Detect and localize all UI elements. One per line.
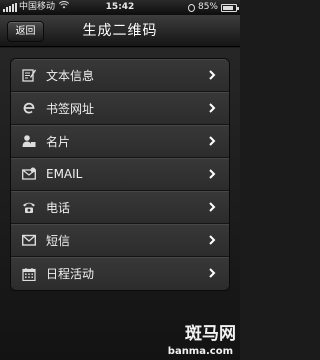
battery-fill: [223, 5, 234, 10]
qr-type-list: 文本信息 书签网址 名片 EMAIL 电话 短信 日程活动: [10, 58, 230, 291]
contact-card-icon: [22, 134, 36, 148]
menu-item-sms[interactable]: 短信: [11, 224, 229, 257]
text-edit-icon: [22, 68, 36, 82]
chevron-right-icon: [209, 235, 216, 245]
watermark: 斑马网 banma.com: [156, 319, 236, 357]
status-bar: 中国移动 15:42 85%: [0, 0, 240, 15]
menu-item-label: 短信: [46, 233, 71, 248]
content-area: 文本信息 书签网址 名片 EMAIL 电话 短信 日程活动 斑马网 banma.…: [0, 48, 240, 360]
browser-e-icon: [22, 101, 36, 115]
sms-envelope-icon: [22, 233, 36, 247]
menu-item-label: 电话: [46, 200, 71, 215]
menu-item-label: 书签网址: [46, 101, 95, 116]
menu-item-bookmark[interactable]: 书签网址: [11, 92, 229, 125]
menu-item-label: 文本信息: [46, 68, 95, 83]
battery-icon: [221, 3, 239, 12]
back-button[interactable]: 返回: [7, 21, 44, 42]
navigation-bar: 生成二维码 返回: [0, 15, 240, 47]
chevron-right-icon: [209, 202, 216, 212]
battery-percent: 85%: [197, 2, 218, 12]
menu-item-label: EMAIL: [46, 167, 83, 181]
menu-item-email[interactable]: EMAIL: [11, 158, 229, 191]
menu-item-calendar-event[interactable]: 日程活动: [11, 257, 229, 290]
chevron-right-icon: [209, 70, 216, 80]
calendar-icon: [22, 267, 36, 281]
status-right: 85%: [187, 0, 239, 15]
chevron-right-icon: [209, 169, 216, 179]
menu-item-label: 日程活动: [46, 267, 95, 281]
menu-item-contact-card[interactable]: 名片: [11, 125, 229, 158]
chevron-right-icon: [209, 268, 216, 278]
chevron-right-icon: [209, 103, 216, 113]
email-icon: [22, 167, 36, 181]
menu-item-text[interactable]: 文本信息: [11, 59, 229, 92]
watermark-url: banma.com: [167, 346, 233, 357]
phone-icon: [22, 200, 36, 214]
menu-item-label: 名片: [46, 134, 71, 149]
orientation-lock-icon: [187, 3, 195, 12]
chevron-right-icon: [209, 136, 216, 146]
watermark-brand: 斑马网: [185, 324, 236, 344]
menu-item-phone[interactable]: 电话: [11, 191, 229, 224]
